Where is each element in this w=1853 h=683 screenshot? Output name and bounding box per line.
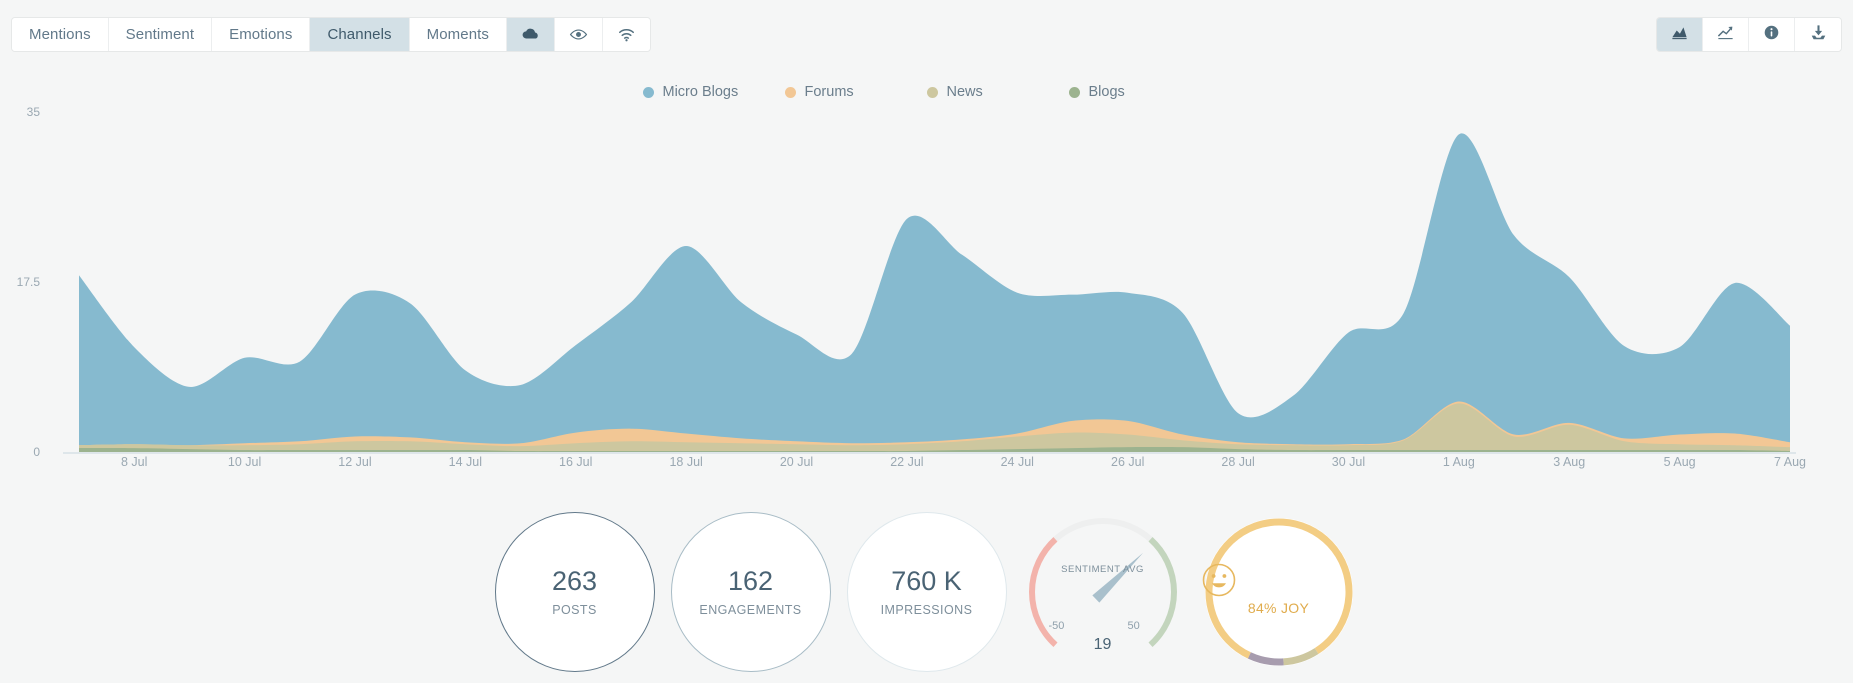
x-axis-tick: 8 Jul	[120, 455, 148, 469]
info-icon	[1763, 24, 1780, 46]
channels-area-chart: 35 17.5 0	[0, 100, 1853, 470]
metric-circles: 263 POSTS 162 ENGAGEMENTS 760 K IMPRESSI…	[0, 512, 1853, 683]
tab-sentiment[interactable]: Sentiment	[108, 18, 213, 51]
metric-posts-label: POSTS	[552, 602, 597, 617]
x-axis-tick: 20 Jul	[779, 455, 814, 469]
metric-engagements-label: ENGAGEMENTS	[699, 602, 802, 617]
area-series-micro-blogs	[79, 133, 1790, 452]
tab-channels-label: Channels	[327, 26, 392, 43]
metric-impressions-label: IMPRESSIONS	[880, 602, 973, 617]
metric-impressions-value: 760 K	[891, 566, 962, 597]
tab-visibility[interactable]	[555, 18, 604, 51]
metric-engagements[interactable]: 162 ENGAGEMENTS	[670, 512, 831, 672]
cloud-icon	[521, 25, 540, 44]
legend-label: Forums	[804, 84, 854, 100]
sentiment-gauge-value: 19	[1093, 636, 1112, 653]
x-axis-tick: 24 Jul	[1000, 455, 1034, 469]
tab-channels[interactable]: Channels	[310, 18, 410, 51]
metric-posts-value: 263	[551, 566, 598, 597]
x-axis-tick: 16 Jul	[559, 455, 593, 469]
area-chart-icon	[1670, 23, 1689, 47]
x-axis-tick: 3 Aug	[1553, 455, 1586, 469]
x-axis-tick: 14 Jul	[448, 455, 483, 469]
legend-color-dot	[642, 86, 654, 98]
channels-dashboard: Mentions Sentiment Emotions Channels Moments…	[0, 0, 1853, 683]
x-axis-tick: 1 Aug	[1442, 455, 1475, 469]
top-bar: Mentions Sentiment Emotions Channels Moments	[0, 0, 1853, 58]
sentiment-gauge-max-label: 50	[1127, 620, 1140, 632]
line-chart-icon	[1716, 23, 1735, 47]
gauge-needle	[1091, 552, 1143, 603]
sentiment-gauge-title: SENTIMENT AVG	[1061, 564, 1144, 575]
area-chart-button[interactable]	[1657, 18, 1703, 51]
tab-moments[interactable]: Moments	[409, 18, 508, 51]
tab-group: Mentions Sentiment Emotions Channels Moments	[12, 18, 651, 51]
area-chart-canvas[interactable]	[0, 100, 1853, 470]
legend-label: Micro Blogs	[662, 84, 739, 100]
y-axis-tick-top: 35	[26, 105, 40, 119]
tab-word-cloud[interactable]	[507, 18, 556, 51]
x-axis-labels: 8 Jul 10 Jul 12 Jul 14 Jul 16 Jul 18 Jul 20 Ju…	[0, 455, 1853, 479]
legend-color-dot	[926, 86, 938, 98]
tab-emotions[interactable]: Emotions	[212, 18, 311, 51]
x-axis-tick: 30 Jul	[1331, 455, 1366, 469]
tab-emotions-label: Emotions	[229, 26, 293, 43]
legend-color-dot	[1068, 86, 1080, 98]
x-axis-tick: 5 Aug	[1663, 455, 1696, 469]
metric-engagements-value: 162	[727, 566, 774, 597]
x-axis-tick: 7 Aug	[1774, 455, 1806, 469]
eye-icon	[569, 25, 588, 44]
gauge-neutral-arc	[1052, 518, 1153, 542]
tab-reach[interactable]	[603, 18, 651, 51]
legend-color-dot	[784, 86, 796, 98]
chart-toolbar	[1657, 18, 1841, 51]
info-button[interactable]	[1749, 18, 1795, 51]
tab-moments-label: Moments	[426, 26, 490, 43]
joy-percent-label: 84% JOY	[1247, 600, 1310, 616]
tab-mentions-label: Mentions	[29, 26, 91, 43]
y-axis-tick-mid: 17.5	[16, 275, 40, 289]
download-button[interactable]	[1795, 18, 1841, 51]
metric-impressions[interactable]: 760 K IMPRESSIONS	[846, 512, 1007, 672]
x-axis-tick: 26 Jul	[1110, 455, 1145, 469]
sentiment-gauge[interactable]: SENTIMENT AVG -50 50 19	[1023, 512, 1183, 672]
gauge-positive-arc	[1147, 537, 1177, 647]
tab-mentions[interactable]: Mentions	[12, 18, 109, 51]
x-axis-tick: 28 Jul	[1221, 455, 1255, 469]
x-axis-tick: 10 Jul	[227, 455, 262, 469]
line-chart-button[interactable]	[1703, 18, 1749, 51]
x-axis-tick: 22 Jul	[890, 455, 924, 469]
x-axis-tick: 18 Jul	[669, 455, 703, 469]
legend-label: Blogs	[1088, 84, 1125, 100]
download-icon	[1809, 23, 1828, 47]
wifi-icon	[617, 25, 636, 44]
x-axis-tick: 12 Jul	[338, 455, 372, 469]
metric-posts[interactable]: 263 POSTS	[494, 512, 655, 672]
legend-label: News	[946, 84, 983, 100]
joy-donut[interactable]: 84% JOY	[1199, 512, 1359, 672]
sentiment-gauge-min-label: -50	[1048, 620, 1065, 632]
tab-sentiment-label: Sentiment	[125, 26, 195, 43]
